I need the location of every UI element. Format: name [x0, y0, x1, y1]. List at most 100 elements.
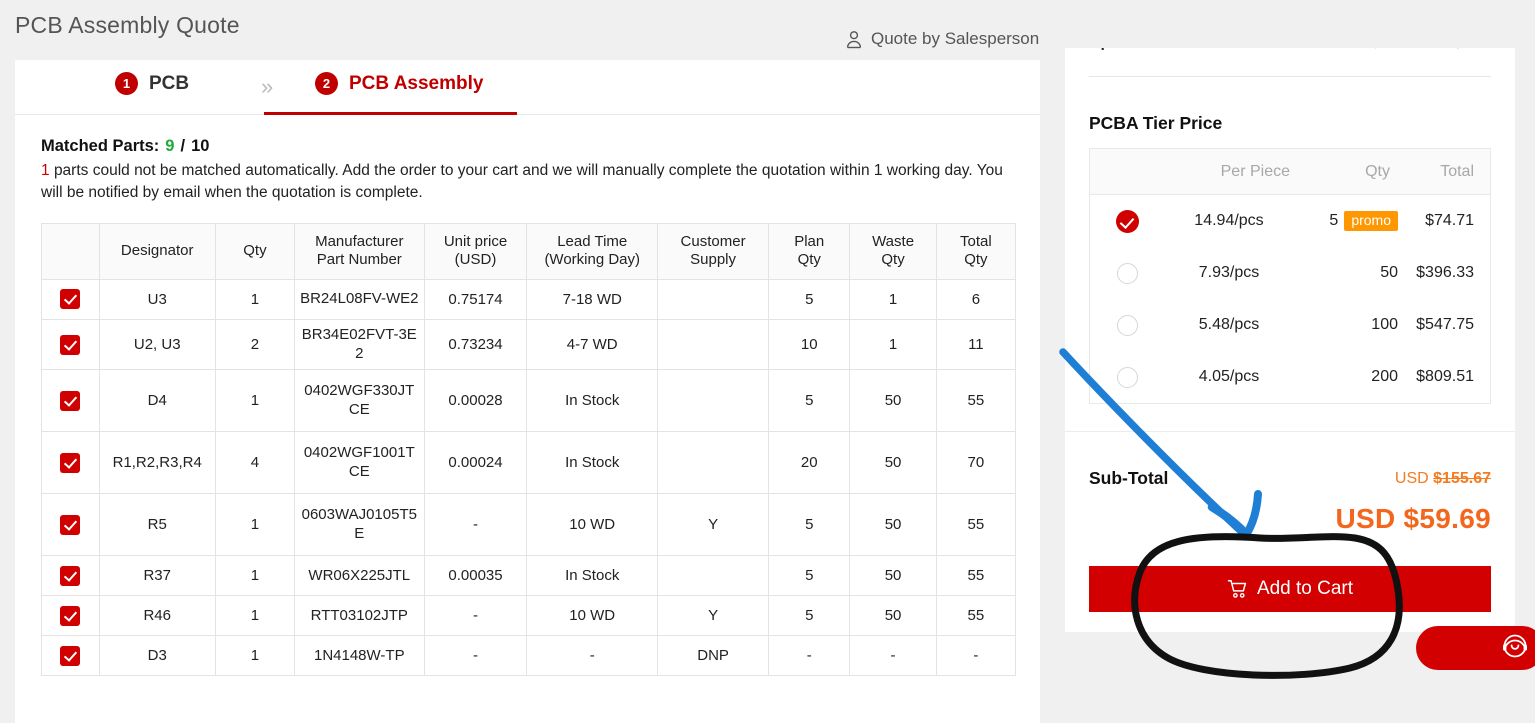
cell-unit-price: 0.75174: [423, 278, 528, 320]
chevron-right-double-icon: »: [261, 74, 274, 99]
cell-unit-price: 0.00024: [423, 431, 528, 495]
cell-qty: 1: [214, 369, 296, 433]
cell-designator: R46: [98, 595, 216, 637]
parts-col-customer-supply: Customer Supply: [657, 222, 770, 280]
tier-radio-icon[interactable]: [1116, 366, 1138, 388]
pcba-tier-price-table: Per Piece Qty Total 14.94/pcs 5 promo $74.7…: [1089, 148, 1491, 404]
cell-unit-price: -: [423, 595, 528, 637]
support-chat-button[interactable]: [1416, 626, 1535, 670]
cell-waste-qty: -: [849, 635, 937, 677]
tier-qty: 5: [1329, 211, 1339, 229]
tier-total: $74.71: [1425, 212, 1474, 229]
tier-price-row[interactable]: 7.93/pcs 50 $396.33: [1090, 247, 1490, 299]
parts-col-plan-qty: Plan Qty: [768, 222, 851, 280]
table-row: R1,R2,R3,R4 4 0402WGF1001TCE 0.00024 In Stoc…: [41, 431, 1017, 495]
cell-waste-qty: 50: [849, 493, 937, 557]
cell-lead-time: 4-7 WD: [526, 318, 659, 371]
cell-qty: 1: [214, 278, 296, 320]
tier-radio-icon[interactable]: [1116, 262, 1138, 284]
cell-total-qty: 55: [935, 369, 1017, 433]
cell-total-qty: 11: [935, 318, 1017, 371]
matched-parts-total: 10: [191, 137, 210, 155]
row-select-cell: [41, 555, 100, 597]
row-checkbox[interactable]: [60, 390, 81, 411]
table-row: R5 1 0603WAJ0105T5E -10 WD Y 5 50 55: [41, 493, 1017, 557]
parts-col-waste-qty: Waste Qty: [849, 222, 937, 280]
parts-col-qty-l1: Qty: [243, 242, 267, 260]
cell-lead-time: In Stock: [526, 431, 659, 495]
cell-manufacturer-part-number: RTT03102JTP: [294, 595, 425, 637]
operation-fee-value: $0.00: [1453, 48, 1491, 51]
active-tab-underline: [264, 112, 517, 115]
matched-parts-separator: /: [180, 137, 186, 155]
cell-plan-qty: -: [768, 635, 851, 677]
row-checkbox[interactable]: [60, 645, 81, 666]
cell-manufacturer-part-number: 0402WGF330JTCE: [294, 369, 425, 433]
row-checkbox[interactable]: [60, 605, 81, 626]
parts-col-designator: Designator: [98, 222, 216, 280]
cell-customer-supply: Y: [657, 493, 770, 557]
parts-col-qty: Qty: [214, 222, 296, 280]
tab-pcb[interactable]: 1 PCB: [115, 72, 189, 95]
cell-manufacturer-part-number: 0603WAJ0105T5E: [294, 493, 425, 557]
cell-total-qty: 55: [935, 555, 1017, 597]
parts-col-designator-l1: Designator: [120, 242, 194, 260]
cell-waste-qty: 1: [849, 278, 937, 320]
tier-qty: 200: [1371, 368, 1398, 385]
tier-radio-cell: [1090, 262, 1164, 284]
tier-per-piece: 7.93/pcs: [1198, 264, 1260, 281]
cell-unit-price: -: [423, 493, 528, 557]
page-title: PCB Assembly Quote: [15, 12, 240, 38]
row-select-cell: [41, 595, 100, 637]
cell-plan-qty: 10: [768, 318, 851, 371]
subtotal-final-price: USD $59.69: [1335, 503, 1491, 534]
parts-table: Designator Qty Manufacturer Part Number …: [41, 222, 1017, 677]
subtotal-original-price: USD $155.67: [1395, 470, 1491, 488]
cell-manufacturer-part-number: 0402WGF1001TCE: [294, 431, 425, 495]
parts-col-unit-price-l2: (USD): [454, 251, 497, 269]
tab-pcb-assembly[interactable]: 2 PCB Assembly: [315, 72, 483, 95]
table-row: U3 1 BR24L08FV-WE2 0.75174 7-18 WD 5 1 6: [41, 278, 1017, 320]
quote-by-salesperson[interactable]: Quote by Salesperson: [845, 29, 1039, 49]
row-checkbox[interactable]: [60, 565, 81, 586]
cell-designator: U2, U3: [98, 318, 216, 371]
cell-qty: 1: [214, 555, 296, 597]
row-checkbox[interactable]: [60, 334, 81, 355]
tier-price-row[interactable]: 5.48/pcs 100 $547.75: [1090, 299, 1490, 351]
parts-col-lead-time-l2: (Working Day): [544, 251, 641, 269]
cell-plan-qty: 20: [768, 431, 851, 495]
parts-col-mpn-l2: Part Number: [316, 251, 402, 269]
tier-col-total: Total: [1440, 162, 1474, 180]
tier-qty-cell: 5 promo: [1294, 210, 1404, 232]
cell-qty: 1: [214, 595, 296, 637]
operation-fee-row-clipped: Operation Fee $14.24 $0.00: [1089, 48, 1491, 62]
cell-customer-supply: [657, 318, 770, 371]
cell-customer-supply: DNP: [657, 635, 770, 677]
parts-col-total-qty: Total Qty: [935, 222, 1017, 280]
tier-price-row[interactable]: 14.94/pcs 5 promo $74.71: [1090, 195, 1490, 247]
tier-per-piece: 4.05/pcs: [1198, 368, 1260, 385]
tier-radio-selected-icon[interactable]: [1115, 209, 1139, 233]
tier-qty-cell: 50: [1294, 264, 1404, 282]
row-checkbox[interactable]: [60, 289, 81, 310]
unmatched-notice-text: parts could not be matched automatically…: [41, 162, 1003, 202]
tier-radio-cell: [1090, 209, 1164, 233]
tier-price-row[interactable]: 4.05/pcs 200 $809.51: [1090, 351, 1490, 403]
add-to-cart-button[interactable]: Add to Cart: [1089, 566, 1491, 612]
cell-unit-price: 0.00028: [423, 369, 528, 433]
tier-radio-icon[interactable]: [1116, 314, 1138, 336]
tier-qty: 50: [1380, 264, 1398, 281]
person-icon: [845, 30, 863, 49]
step-tabs: 1 PCB » 2 PCB Assembly: [15, 60, 1040, 115]
tier-qty: 100: [1371, 316, 1398, 333]
row-checkbox[interactable]: [60, 514, 81, 535]
cell-unit-price: 0.00035: [423, 555, 528, 597]
cell-designator: D4: [98, 369, 216, 433]
tier-per-piece: 14.94/pcs: [1194, 212, 1264, 229]
row-checkbox[interactable]: [60, 452, 81, 473]
cell-designator: D3: [98, 635, 216, 677]
parts-col-total-qty-l2: Qty: [964, 251, 988, 269]
parts-col-waste-qty-l2: Qty: [881, 251, 905, 269]
cell-unit-price: -: [423, 635, 528, 677]
tier-radio-cell: [1090, 314, 1164, 336]
